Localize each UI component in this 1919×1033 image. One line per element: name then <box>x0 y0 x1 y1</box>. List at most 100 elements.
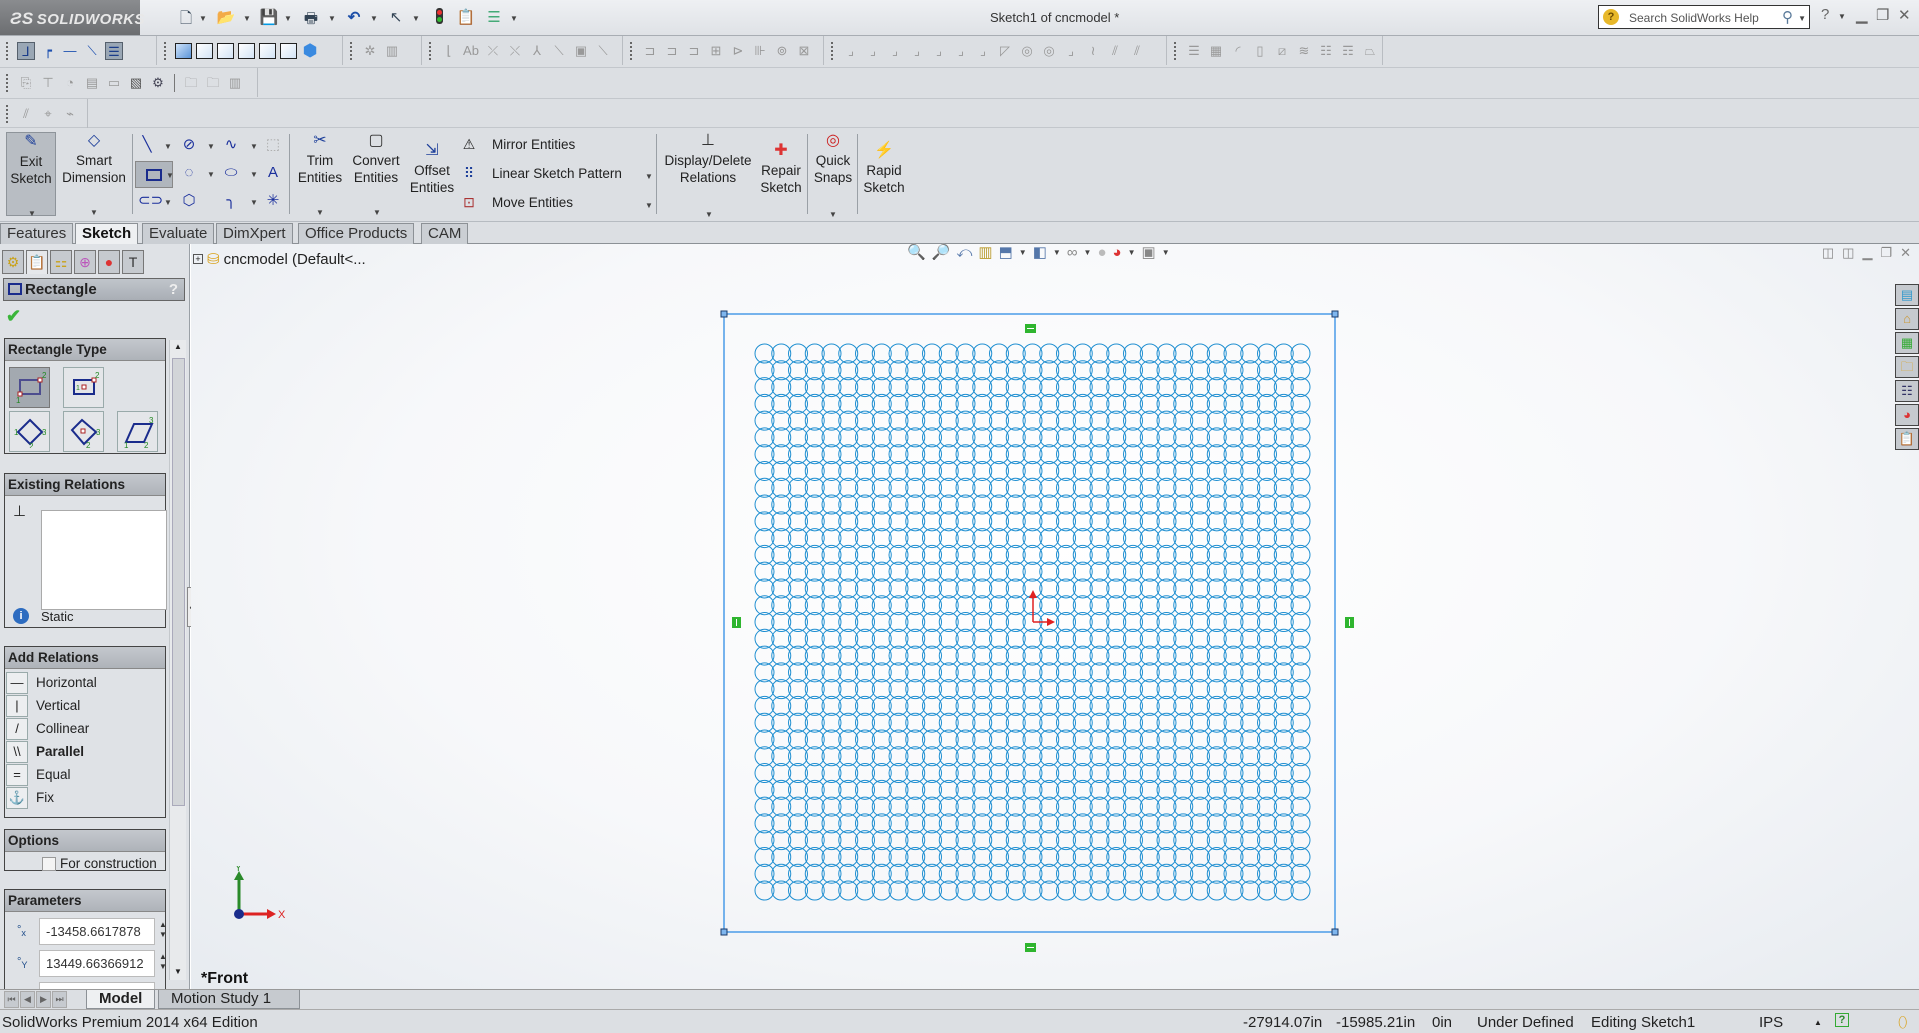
sketch-circle[interactable] <box>804 528 825 549</box>
sketch-circle[interactable] <box>955 662 976 683</box>
sketch-circle[interactable] <box>1156 595 1177 616</box>
sketch-circle[interactable] <box>788 410 808 431</box>
sketch-circle[interactable] <box>855 628 875 649</box>
sketch-circle[interactable] <box>1156 830 1177 851</box>
sketch-circle[interactable] <box>989 393 1009 414</box>
note-edit-icon[interactable]: ⌊ <box>440 42 458 60</box>
sketch-circle[interactable] <box>955 830 976 851</box>
sketch-circle[interactable] <box>1089 763 1110 784</box>
sketch-circle[interactable] <box>1022 561 1043 582</box>
sketch-circle[interactable] <box>771 779 792 800</box>
convert-dropdown[interactable]: ▼ <box>373 204 381 221</box>
sketch-circle[interactable] <box>855 561 875 582</box>
sketch-circle[interactable] <box>1240 427 1261 448</box>
sketch-circle[interactable] <box>871 662 892 683</box>
sketch-circle[interactable] <box>754 863 775 884</box>
sketch-circle[interactable] <box>1022 444 1043 465</box>
sketch-circle[interactable] <box>1257 343 1277 364</box>
sketch-circle[interactable] <box>1206 779 1227 800</box>
sketch-circle[interactable] <box>1039 779 1060 800</box>
panel-scrollbar[interactable]: ▲ ▼ <box>169 340 186 980</box>
sketch-circle[interactable] <box>788 528 808 549</box>
sketch-circle[interactable] <box>838 813 859 834</box>
settings-gear-icon[interactable]: ⚙ <box>149 74 167 92</box>
sketch-circle[interactable] <box>888 813 909 834</box>
sketch-circle[interactable] <box>1257 729 1277 750</box>
sketch-circle[interactable] <box>989 746 1009 767</box>
sketch-circle[interactable] <box>1273 528 1294 549</box>
sketch-circle[interactable] <box>1290 830 1311 851</box>
sketch-circle[interactable] <box>1005 612 1026 632</box>
sketch-circle[interactable] <box>1156 578 1177 599</box>
sketch-circle[interactable] <box>938 796 959 817</box>
sketch-circle[interactable] <box>1223 477 1244 498</box>
sketch-circle[interactable] <box>754 460 775 481</box>
mold-icon-8[interactable]: ⊠ <box>795 42 813 60</box>
sketch-circle[interactable] <box>821 578 842 599</box>
sketch-circle[interactable] <box>1257 360 1277 381</box>
sketch-circle[interactable] <box>1156 813 1177 834</box>
sketch-circle[interactable] <box>1240 511 1261 532</box>
sketch-circle[interactable] <box>1039 830 1060 851</box>
polygon-tool-icon[interactable]: ⬡ <box>180 192 198 210</box>
sketch-circle[interactable] <box>771 695 792 716</box>
sketch-circle[interactable] <box>1290 343 1311 364</box>
sketch-circle[interactable] <box>1223 427 1244 448</box>
sketch-circle[interactable] <box>1005 763 1026 784</box>
sketch-circle[interactable] <box>1290 662 1311 683</box>
sketch-circle[interactable] <box>1273 796 1294 817</box>
gcode-icon[interactable]: ▤ <box>83 74 101 92</box>
sketch-circle[interactable] <box>1089 662 1110 683</box>
sketch-circle[interactable] <box>888 528 909 549</box>
sketch-circle[interactable] <box>922 796 942 817</box>
trim-dropdown[interactable]: ▼ <box>316 204 324 221</box>
sketch-circle[interactable] <box>1240 729 1261 750</box>
sketch-circle[interactable] <box>1056 444 1076 465</box>
sketch-circle[interactable] <box>1190 460 1210 481</box>
sketch-circle[interactable] <box>1173 746 1194 767</box>
sketch-circle[interactable] <box>788 511 808 532</box>
sketch-circle[interactable] <box>1123 360 1143 381</box>
sketch-circle[interactable] <box>1072 360 1093 381</box>
sketch-circle[interactable] <box>1257 662 1277 683</box>
sketch-circle[interactable] <box>771 528 792 549</box>
sketch-circle[interactable] <box>855 343 875 364</box>
sketch-circle[interactable] <box>1056 595 1076 616</box>
sketch-circle[interactable] <box>1139 796 1160 817</box>
sketch-circle[interactable] <box>888 679 909 700</box>
sketch-circle[interactable] <box>922 679 942 700</box>
sketch-circle[interactable] <box>1106 544 1127 565</box>
options-header[interactable]: Options <box>5 830 165 852</box>
sketch-circle[interactable] <box>871 695 892 716</box>
sketch-circle[interactable] <box>1257 863 1277 884</box>
sketch-circle[interactable] <box>888 377 909 398</box>
sketch-circle[interactable] <box>838 662 859 683</box>
sketch-circle[interactable] <box>1022 477 1043 498</box>
sketch-circle[interactable] <box>955 595 976 616</box>
toolbar-grip[interactable] <box>6 41 9 60</box>
slot-dropdown[interactable]: ▼ <box>164 198 172 207</box>
sketch-circle[interactable] <box>1173 880 1194 901</box>
sketch-circle[interactable] <box>855 679 875 700</box>
sketch-circle[interactable] <box>1290 578 1311 599</box>
sketch-circle[interactable] <box>922 578 942 599</box>
sketch-circle[interactable] <box>1156 528 1177 549</box>
sketch-circle[interactable] <box>1240 393 1261 414</box>
sketch-circle[interactable] <box>938 612 959 632</box>
sketch-circle[interactable] <box>1273 612 1294 632</box>
sketch-circle[interactable] <box>1039 763 1060 784</box>
sketch-circle[interactable] <box>871 377 892 398</box>
sketch-circle[interactable] <box>955 729 976 750</box>
sketch-circle[interactable] <box>1240 561 1261 582</box>
sketch-circle[interactable] <box>1290 645 1311 666</box>
mirror-entities-button[interactable]: ⚠ Mirror Entities <box>460 136 576 153</box>
sketch-circle[interactable] <box>1223 679 1244 700</box>
sketch-circle[interactable] <box>1139 830 1160 851</box>
sketch-circle[interactable] <box>1290 511 1311 532</box>
sketch-circle[interactable] <box>771 544 792 565</box>
sketch-circle[interactable] <box>871 746 892 767</box>
sketch-circle[interactable] <box>788 662 808 683</box>
sketch-circle[interactable] <box>1139 494 1160 515</box>
sketch-circle[interactable] <box>1290 712 1311 733</box>
sketch-circle[interactable] <box>888 746 909 767</box>
